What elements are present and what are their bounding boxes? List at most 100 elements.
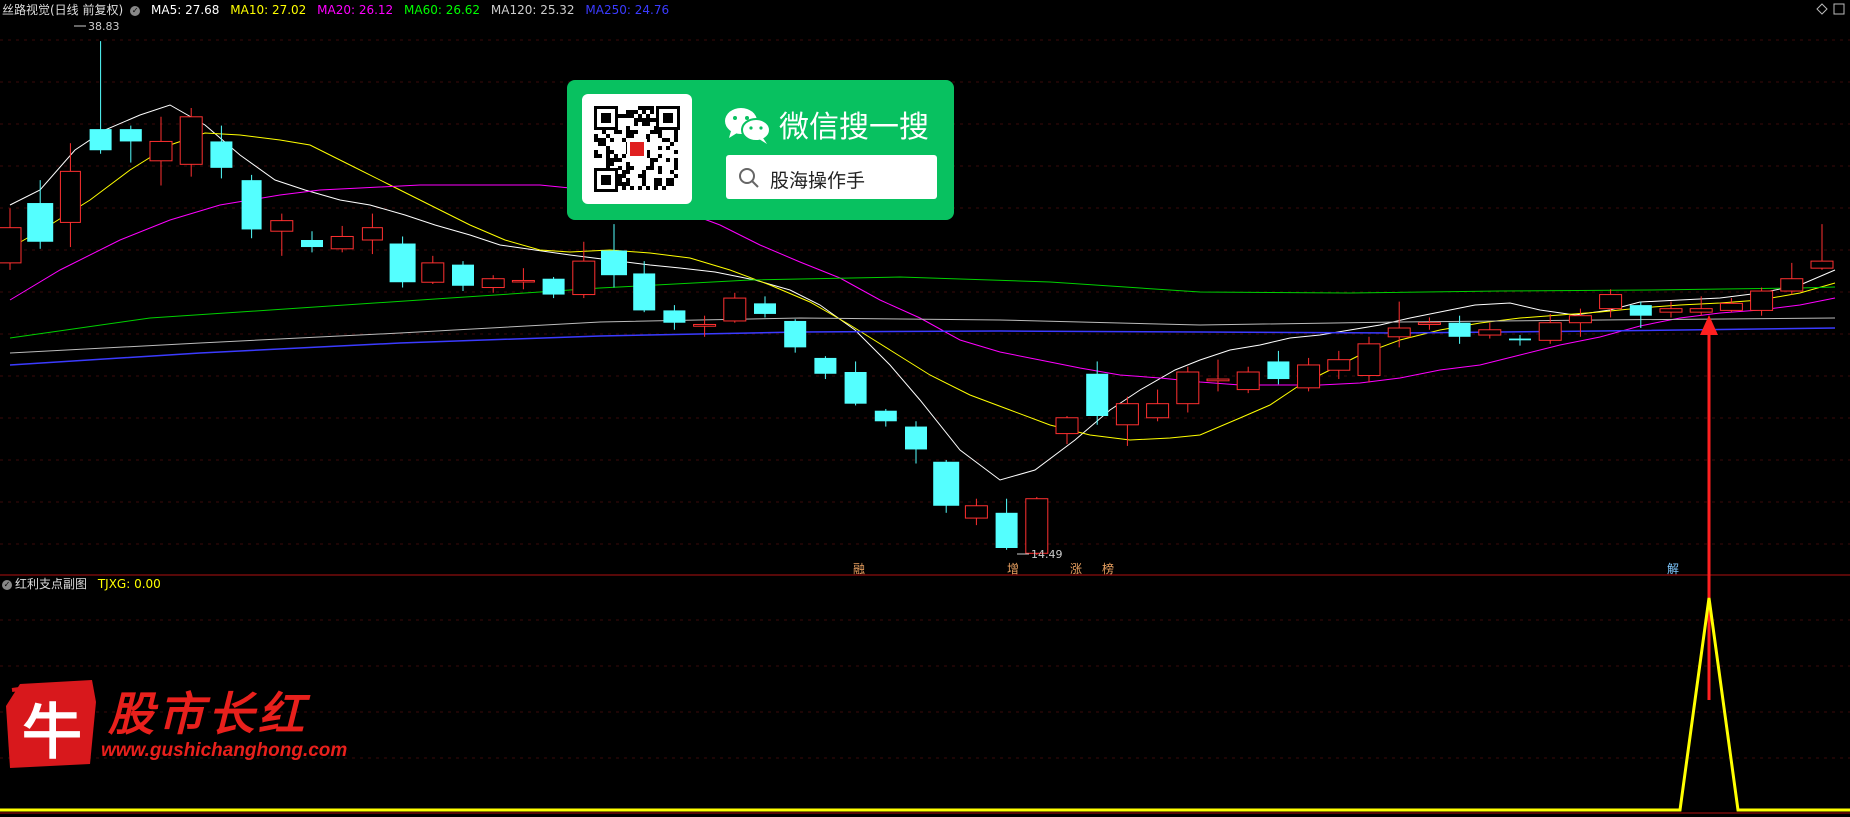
candle-body [754,303,776,314]
candle-body [210,141,233,168]
candle [389,236,416,288]
candle-body [1357,343,1381,377]
event-marker-zeng[interactable]: 增 [1007,560,1019,577]
candle-body [572,260,596,296]
main-chart-header: 丝路视觉(日线 前复权) ✓ MA5: 27.68 MA10: 27.02 MA2… [2,2,676,18]
candle [601,224,627,288]
candle [1327,350,1351,380]
candle [1297,357,1321,392]
low-price-label: 14.49 [1031,548,1063,561]
candle-body [1478,329,1502,336]
candle-body [481,278,505,289]
candle [301,231,323,253]
candle-body [1659,308,1683,313]
wechat-search-box[interactable]: 股海操作手 [726,155,937,199]
candle-body [1448,322,1471,337]
candle-body [1810,260,1834,269]
candle-body [1568,315,1592,324]
event-marker-rong[interactable]: 融 [853,560,865,577]
candle [1387,301,1411,348]
candle-body [693,323,717,327]
candle-body [1267,361,1290,380]
ma10-label: MA10: 27.02 [230,3,307,17]
candle-body [542,278,565,295]
candle-body [1297,364,1321,389]
candle [754,296,776,318]
candle [241,174,262,239]
candle [1146,389,1170,422]
candle-body [1719,302,1743,311]
candle [27,180,54,249]
candle-body [601,250,627,276]
candle [1025,496,1049,556]
qr-code-icon [594,106,680,192]
candle [1448,315,1471,344]
ma120-label: MA120: 25.32 [490,3,575,17]
candle [511,268,535,290]
candle [149,116,173,186]
candle [452,261,474,292]
candle-body [149,140,173,162]
ma5-label: MA5: 27.68 [151,3,220,17]
candle-body [844,372,867,404]
candle-body [330,235,354,250]
qr-code [582,94,692,204]
candle-body [1509,338,1531,341]
candle-body [179,116,203,165]
bull-logo-char: 牛 [22,698,82,768]
candle-body [663,310,686,323]
candle [1267,350,1290,385]
candle [421,255,445,284]
candle-body [933,461,960,506]
candle [1086,361,1109,425]
candle-body [1538,322,1562,341]
search-icon [739,168,759,188]
candle-body [89,129,112,151]
window-controls[interactable] [1816,3,1845,15]
candle-body [1176,371,1200,405]
candle-body [389,243,416,283]
ma60-label: MA60: 26.62 [404,3,481,17]
ma250-label: MA250: 24.76 [585,3,670,17]
candle [964,498,988,526]
candle-body [361,227,383,241]
candle-body [241,180,262,230]
ma-toggle-icon[interactable]: ✓ [130,5,141,16]
wechat-search-card[interactable]: 微信搜一搜 股海操作手 [567,80,954,220]
wechat-icon [725,108,771,144]
candle [330,225,354,253]
candle [1599,289,1623,318]
sub-chart-header: ✓ 红利支点副图 TJXG: 0.00 [2,576,168,592]
candle-body [1146,403,1170,419]
stock-title: 丝路视觉(日线 前复权) [2,3,124,17]
candle [995,498,1018,550]
brand-url: www.gushichanghong.com [101,740,348,761]
event-marker-zhang[interactable]: 涨 [1070,560,1082,577]
candle [1780,262,1804,295]
candle-body [723,297,747,322]
panel-toggle-icon[interactable] [1833,3,1845,15]
candle [905,421,927,464]
event-marker-bang[interactable]: 榜 [1102,560,1114,577]
brand-name: 股市长红 [108,687,308,741]
candle [1509,335,1531,346]
wechat-search-text: 股海操作手 [770,170,866,192]
candle [1719,298,1743,313]
candle-body [814,357,837,374]
candle [723,292,747,323]
candle-body [301,240,323,248]
diamond-icon[interactable] [1816,3,1828,15]
candle [59,143,81,248]
candle-body [964,505,988,519]
event-marker-jie[interactable]: 解 [1667,560,1679,577]
candle-body [1115,403,1139,426]
subchart-toggle-icon[interactable]: ✓ [2,579,12,590]
candle [933,460,960,513]
candle [119,125,142,163]
high-price-label: 38.83 [88,20,120,33]
candle [1357,336,1381,383]
candle [633,261,656,313]
candle-body [1086,373,1109,416]
candle [89,41,112,154]
candle [542,276,565,299]
